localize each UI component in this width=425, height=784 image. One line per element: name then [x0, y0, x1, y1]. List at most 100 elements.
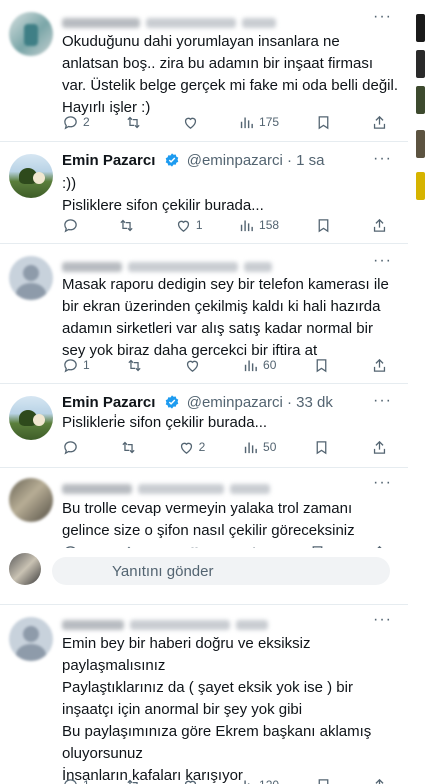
reply-icon [64, 218, 77, 232]
reply-button[interactable]: 2 [62, 114, 90, 131]
tweet[interactable]: Emin Pazarcı @eminpazarci · 33 dk ··· Pi… [0, 384, 408, 466]
reply-button[interactable] [62, 217, 83, 234]
views-button[interactable]: 60 [242, 357, 276, 374]
avatar[interactable] [9, 396, 53, 440]
tweet-text-line: Bu trolle cevap vermeyin yalaka trol zam… [62, 500, 353, 517]
tweet-text-line: var. Üstelik belge gerçek mi fake mi oda… [62, 77, 398, 94]
reply-button[interactable] [62, 439, 83, 456]
tweet-time[interactable]: · 33 dk [287, 394, 333, 411]
bookmark-icon [318, 778, 328, 784]
tweet-header [62, 480, 276, 497]
view-count: 120 [259, 778, 279, 784]
reply-count: 1 [83, 778, 90, 784]
retweet-button[interactable] [120, 439, 141, 456]
views-icon [244, 360, 257, 371]
avatar[interactable] [9, 12, 53, 56]
tweet-header: Emin Pazarcı @eminpazarci · 33 dk [62, 394, 333, 411]
tweet-text: Bu trolle cevap vermeyin yalaka trol zam… [62, 498, 402, 542]
tweet-time[interactable]: · 1 sa [287, 152, 325, 169]
retweet-icon [127, 116, 140, 128]
tweet[interactable]: ··· Okuduğunu dahi yorumlayan insanlara … [0, 0, 408, 140]
more-icon[interactable]: ··· [373, 474, 392, 492]
reply-input[interactable]: Yanıtını gönder [52, 557, 390, 585]
thumbnail[interactable] [416, 172, 425, 200]
author-handle[interactable]: @eminpazarci [187, 152, 283, 169]
reply-placeholder: Yanıtını gönder [112, 563, 214, 580]
reply-icon [64, 440, 77, 454]
like-button[interactable]: 1 [175, 217, 203, 234]
reply-icon [64, 115, 77, 129]
tweet-text-line: Emin bey bir haberi doğru ve eksiksiz [62, 635, 311, 652]
author-handle[interactable]: @eminpazarci [187, 394, 283, 411]
tweet-text: Okuduğunu dahi yorumlayan insanlara ne a… [62, 31, 402, 119]
tweet-text-line: Pisliklere sifon çekilir burada... [62, 197, 264, 214]
author-name[interactable]: Emin Pazarcı [62, 152, 155, 169]
share-button[interactable] [371, 357, 392, 374]
tweet-header [62, 14, 282, 31]
share-button[interactable] [371, 777, 392, 784]
avatar[interactable] [9, 154, 53, 198]
my-avatar[interactable] [9, 553, 41, 585]
share-icon [373, 218, 386, 232]
thumbnail[interactable] [416, 14, 425, 42]
retweet-button[interactable] [118, 217, 139, 234]
more-icon[interactable]: ··· [373, 150, 392, 168]
avatar[interactable] [9, 478, 53, 522]
side-panel-edge [412, 0, 425, 784]
like-button[interactable] [184, 357, 205, 374]
tweet-text-line: bir ekran üzerinden çekilmiş kaldı ki ha… [62, 298, 381, 315]
tweet[interactable]: ··· Bu trolle cevap vermeyin yalaka trol… [0, 468, 408, 559]
like-button[interactable]: 2 [178, 439, 205, 456]
views-button[interactable]: 120 [238, 777, 279, 784]
like-button[interactable] [182, 114, 203, 131]
reply-button[interactable]: 1 [62, 357, 90, 374]
avatar[interactable] [9, 617, 53, 661]
thumbnail[interactable] [416, 130, 425, 158]
tweet-text-line: inşaatçı için anormal bir şey yok gibi [62, 701, 303, 718]
views-button[interactable]: 50 [242, 439, 276, 456]
tweet[interactable]: Emin Pazarcı @eminpazarci · 1 sa ··· :))… [0, 142, 408, 242]
tweet-text-line: paylaşmalısınız [62, 657, 166, 674]
share-button[interactable] [371, 114, 392, 131]
more-icon[interactable]: ··· [373, 611, 392, 629]
bookmark-button[interactable] [313, 439, 334, 456]
tweet[interactable]: ··· Masak raporu dedigin sey bir telefon… [0, 244, 408, 382]
like-button[interactable] [182, 777, 203, 784]
tweet-text-line: Pislikleri̇e sifon çekilir burada... [62, 414, 268, 431]
tweet-text-line: Paylaştıklarınız da ( şayet eksik yok is… [62, 679, 353, 696]
retweet-button[interactable] [126, 357, 147, 374]
bookmark-button[interactable] [315, 217, 336, 234]
tweet[interactable]: ··· Emin bey bir haberi doğru ve eksiksi… [0, 605, 408, 784]
retweet-icon [120, 219, 134, 231]
retweet-icon [122, 441, 135, 453]
more-icon[interactable]: ··· [373, 252, 392, 270]
tweet-text: Pislikleri̇e sifon çekilir burada... [62, 412, 402, 434]
share-icon [375, 778, 384, 784]
tweet-header: Emin Pazarcı @eminpazarci · 1 sa [62, 152, 325, 169]
reply-button[interactable]: 1 [62, 777, 90, 784]
views-button[interactable]: 175 [238, 114, 279, 131]
like-icon [184, 117, 196, 129]
avatar[interactable] [9, 256, 53, 300]
views-button[interactable]: 158 [238, 217, 279, 234]
retweet-icon [127, 779, 138, 784]
more-icon[interactable]: ··· [373, 8, 392, 26]
share-icon [373, 358, 386, 372]
share-button[interactable] [371, 439, 392, 456]
retweet-button[interactable] [125, 114, 146, 131]
thumbnail[interactable] [416, 86, 425, 114]
thumbnail[interactable] [416, 50, 425, 78]
retweet-button[interactable] [125, 777, 146, 784]
bookmark-button[interactable] [315, 114, 336, 131]
more-icon[interactable]: ··· [373, 392, 392, 410]
author-name[interactable]: Emin Pazarcı [62, 394, 155, 411]
tweet-text-line: adamın sirketleri var alış satış kadar n… [62, 320, 373, 337]
tweet-text-line: oluyorsunuz [62, 745, 143, 762]
tweet-text: Emin bey bir haberi doğru ve eksiksiz pa… [62, 633, 402, 784]
like-icon [180, 442, 192, 454]
reply-count: 1 [83, 358, 90, 372]
bookmark-button[interactable] [315, 777, 336, 784]
share-button[interactable] [371, 217, 392, 234]
bookmark-button[interactable] [313, 357, 334, 374]
tweet-header [62, 258, 278, 275]
